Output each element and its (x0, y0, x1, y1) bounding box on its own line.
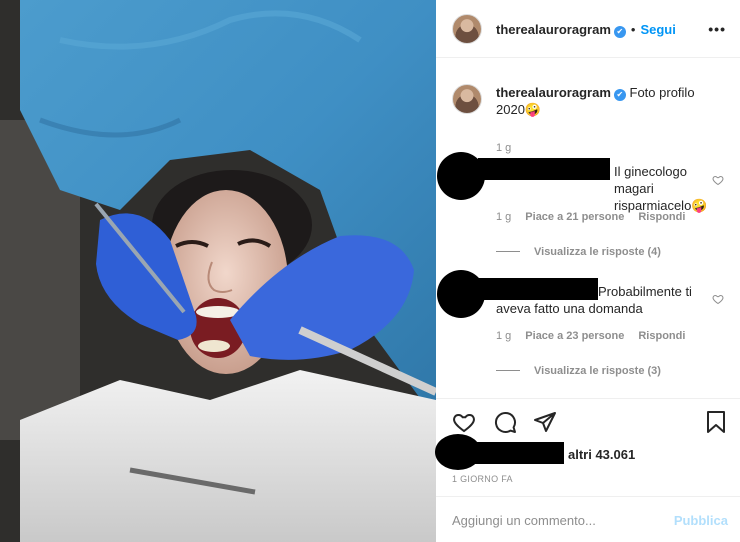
comment-likes[interactable]: Piace a 23 persone (525, 330, 624, 342)
heart-icon[interactable] (452, 410, 476, 434)
separator-dot: • (630, 22, 636, 37)
comments-list[interactable]: therealauroragram ✔ Foto profilo 2020🤪 1 … (436, 58, 740, 398)
comment-icon[interactable] (493, 410, 517, 434)
comment-time: 1 g (496, 211, 512, 223)
header-author: therealauroragram ✔ • Segui (496, 21, 676, 39)
verified-badge-icon: ✔ (613, 26, 626, 38)
comment-text: Il ginecologo magari risparmiacelo🤪 (614, 164, 708, 213)
comment-text: Probabilmente ti aveva fatto una domanda (496, 283, 706, 317)
publish-button[interactable]: Pubblica (674, 513, 728, 528)
follow-button[interactable]: Segui (640, 22, 675, 37)
likes-count[interactable]: altri 43.061 (568, 447, 635, 462)
view-replies-label: Visualizza le risposte (4) (534, 246, 661, 258)
actions-divider (436, 398, 740, 399)
caption-username[interactable]: therealauroragram (496, 85, 611, 100)
comment-time: 1 g (496, 330, 512, 342)
replies-divider-line (496, 370, 520, 371)
add-comment-bar: Pubblica (436, 496, 740, 542)
comment-body: Probabilmente ti aveva fatto una domanda (496, 284, 692, 316)
post-timestamp: 1 GIORNO FA (452, 474, 513, 484)
comment-like-heart-icon[interactable] (712, 174, 724, 186)
view-replies-button[interactable]: Visualizza le risposte (4) (496, 246, 661, 258)
author-username[interactable]: therealauroragram (496, 22, 611, 37)
comment-likes[interactable]: Piace a 21 persone (525, 211, 624, 223)
reply-button[interactable]: Rispondi (638, 211, 685, 223)
post-header: therealauroragram ✔ • Segui ••• (436, 0, 740, 58)
photo-illustration (0, 0, 436, 542)
comment-meta: 1 g Piace a 21 persone Rispondi (496, 211, 699, 223)
share-icon[interactable] (533, 410, 557, 434)
post-photo[interactable] (0, 0, 436, 542)
view-replies-button[interactable]: Visualizza le risposte (3) (496, 365, 661, 377)
post-panel: therealauroragram ✔ • Segui ••• therealauro… (435, 0, 740, 542)
caption-time: 1 g (496, 142, 512, 154)
likes-row[interactable]: altri 43.061 (435, 434, 740, 474)
comment-meta: 1 g Piace a 23 persone Rispondi (496, 330, 699, 342)
replies-divider-line (496, 251, 520, 252)
comment-input[interactable] (452, 497, 662, 542)
redacted-liker-name (444, 442, 564, 464)
more-options-icon[interactable]: ••• (708, 21, 726, 37)
reply-button[interactable]: Rispondi (638, 330, 685, 342)
comment-like-heart-icon[interactable] (712, 293, 724, 305)
caption-avatar[interactable] (452, 84, 482, 114)
author-avatar[interactable] (452, 14, 482, 44)
redacted-username (478, 158, 610, 180)
caption-text: therealauroragram ✔ Foto profilo 2020🤪 (496, 84, 726, 118)
verified-badge-icon: ✔ (613, 89, 626, 101)
view-replies-label: Visualizza le risposte (3) (534, 365, 661, 377)
bookmark-icon[interactable] (704, 410, 728, 434)
